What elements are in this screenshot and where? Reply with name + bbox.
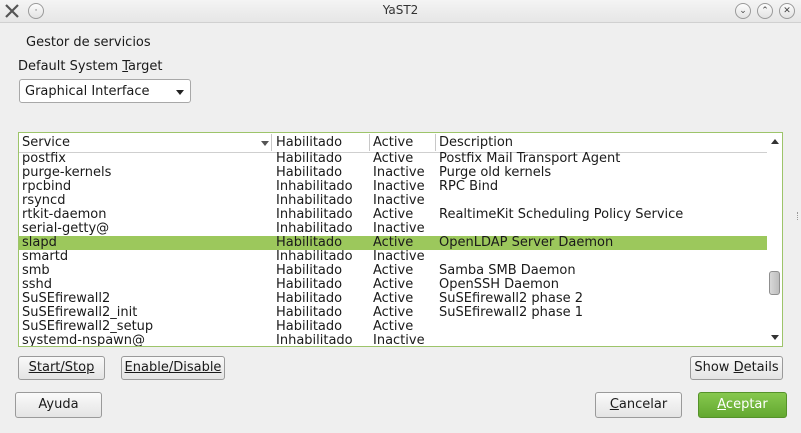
col-header-service[interactable]: Service xyxy=(22,135,70,150)
cell-enabled: Habilitado xyxy=(276,291,343,306)
start-stop-button[interactable]: Start/Stop xyxy=(18,356,105,380)
cell-service: purge-kernels xyxy=(22,165,112,180)
cell-active: Active xyxy=(373,235,414,250)
cell-enabled: Habilitado xyxy=(276,263,343,278)
cell-active: Active xyxy=(373,319,414,334)
maximize-button[interactable]: ⌃ xyxy=(757,3,773,19)
cell-enabled: Habilitado xyxy=(276,235,343,250)
table-row[interactable]: slapd Habilitado Active OpenLDAP Server Dae… xyxy=(19,236,767,250)
table-row[interactable]: serial-getty@ Inhabilitado Inactive xyxy=(19,222,767,236)
cancel-button[interactable]: Cancelar xyxy=(595,392,682,418)
table-row[interactable]: purge-kernels Habilitado Inactive Purge old… xyxy=(19,166,767,180)
cell-enabled: Habilitado xyxy=(276,277,343,292)
table-header: Service Habilitado Active Description xyxy=(19,133,767,153)
table-row[interactable]: SuSEfirewall2_setup Habilitado Active xyxy=(19,320,767,334)
default-target-select[interactable]: Graphical Interface xyxy=(19,79,191,103)
cell-active: Active xyxy=(373,207,414,222)
page-title: Gestor de servicios xyxy=(26,35,151,50)
vertical-scrollbar[interactable] xyxy=(767,133,782,346)
column-divider xyxy=(369,134,370,151)
default-target-label: Default System Target xyxy=(18,59,163,74)
cell-active: Inactive xyxy=(373,179,425,194)
cell-service: rsyncd xyxy=(22,193,66,208)
cell-description: Samba SMB Daemon xyxy=(439,263,576,278)
table-row[interactable]: SuSEfirewall2 Habilitado Active SuSEfirewal… xyxy=(19,292,767,306)
cell-service: rpcbind xyxy=(22,179,72,194)
cell-description: SuSEfirewall2 phase 2 xyxy=(439,291,584,306)
minimize-button[interactable]: ⌄ xyxy=(735,3,751,19)
cell-enabled: Inhabilitado xyxy=(276,179,353,194)
title-bar: · YaST2 ⌄ ⌃ ✕ xyxy=(0,0,801,23)
col-header-active[interactable]: Active xyxy=(373,135,413,150)
table-body: postfix Habilitado Active Postfix Mail Tran… xyxy=(19,152,767,347)
cell-active: Inactive xyxy=(373,193,425,208)
chevron-down-icon xyxy=(176,90,184,95)
cell-enabled: Inhabilitado xyxy=(276,221,353,236)
enable-disable-button[interactable]: Enable/Disable xyxy=(121,356,225,380)
table-row[interactable]: smb Habilitado Active Samba SMB Daemon xyxy=(19,264,767,278)
cell-active: Inactive xyxy=(373,333,425,347)
table-row[interactable]: postfix Habilitado Active Postfix Mail Tran… xyxy=(19,152,767,166)
cell-service: serial-getty@ xyxy=(22,221,110,236)
scroll-down-icon[interactable] xyxy=(771,335,779,340)
cell-active: Active xyxy=(373,151,414,166)
table-row[interactable]: rtkit-daemon Inhabilitado Active RealtimeKi… xyxy=(19,208,767,222)
cell-service: slapd xyxy=(22,235,57,250)
table-row[interactable]: sshd Habilitado Active OpenSSH Daemon xyxy=(19,278,767,292)
cell-enabled: Habilitado xyxy=(276,305,343,320)
cell-enabled: Inhabilitado xyxy=(276,249,353,264)
col-header-enabled[interactable]: Habilitado xyxy=(276,135,342,150)
cell-enabled: Habilitado xyxy=(276,319,343,334)
cell-active: Active xyxy=(373,291,414,306)
table-row[interactable]: smartd Inhabilitado Inactive xyxy=(19,250,767,264)
cell-active: Inactive xyxy=(373,221,425,236)
scroll-up-icon[interactable] xyxy=(771,139,779,144)
sort-indicator-icon xyxy=(261,141,269,146)
cell-enabled: Habilitado xyxy=(276,165,343,180)
close-button[interactable]: ✕ xyxy=(779,3,795,19)
cell-service: rtkit-daemon xyxy=(22,207,107,222)
cell-service: systemd-nspawn@ xyxy=(22,333,146,347)
column-divider xyxy=(435,134,436,151)
cell-service: smartd xyxy=(22,249,69,264)
window-title: YaST2 xyxy=(382,3,419,17)
table-row[interactable]: systemd-nspawn@ Inhabilitado Inactive xyxy=(19,334,767,347)
cell-active: Active xyxy=(373,277,414,292)
cell-active: Inactive xyxy=(373,165,425,180)
cell-description: SuSEfirewall2 phase 1 xyxy=(439,305,584,320)
cell-enabled: Inhabilitado xyxy=(276,333,353,347)
resize-grip xyxy=(797,212,800,220)
help-button[interactable]: Ayuda xyxy=(15,392,102,418)
accept-button[interactable]: Aceptar xyxy=(698,392,787,418)
cell-description: RPC Bind xyxy=(439,179,499,194)
cell-active: Active xyxy=(373,305,414,320)
cell-description: OpenSSH Daemon xyxy=(439,277,559,292)
cell-service: smb xyxy=(22,263,50,278)
default-target-value: Graphical Interface xyxy=(25,84,150,99)
cell-service: SuSEfirewall2_setup xyxy=(22,319,154,334)
cell-enabled: Inhabilitado xyxy=(276,193,353,208)
scrollbar-thumb[interactable] xyxy=(769,271,780,295)
cell-service: SuSEfirewall2 xyxy=(22,291,111,306)
cell-description: OpenLDAP Server Daemon xyxy=(439,235,614,250)
cell-active: Active xyxy=(373,263,414,278)
table-row[interactable]: rpcbind Inhabilitado Inactive RPC Bind xyxy=(19,180,767,194)
show-details-button[interactable]: Show Details xyxy=(690,356,783,380)
services-table[interactable]: Service Habilitado Active Description po… xyxy=(18,132,783,347)
cell-service: sshd xyxy=(22,277,53,292)
col-header-description[interactable]: Description xyxy=(439,135,513,150)
cell-description: Postfix Mail Transport Agent xyxy=(439,151,621,166)
cell-active: Inactive xyxy=(373,249,425,264)
cell-enabled: Inhabilitado xyxy=(276,207,353,222)
cell-description: RealtimeKit Scheduling Policy Service xyxy=(439,207,684,222)
table-row[interactable]: SuSEfirewall2_init Habilitado Active SuSEfi… xyxy=(19,306,767,320)
cell-service: postfix xyxy=(22,151,66,166)
cell-description: Purge old kernels xyxy=(439,165,552,180)
column-divider xyxy=(271,134,272,151)
cell-enabled: Habilitado xyxy=(276,151,343,166)
cell-service: SuSEfirewall2_init xyxy=(22,305,138,320)
table-row[interactable]: rsyncd Inhabilitado Inactive xyxy=(19,194,767,208)
